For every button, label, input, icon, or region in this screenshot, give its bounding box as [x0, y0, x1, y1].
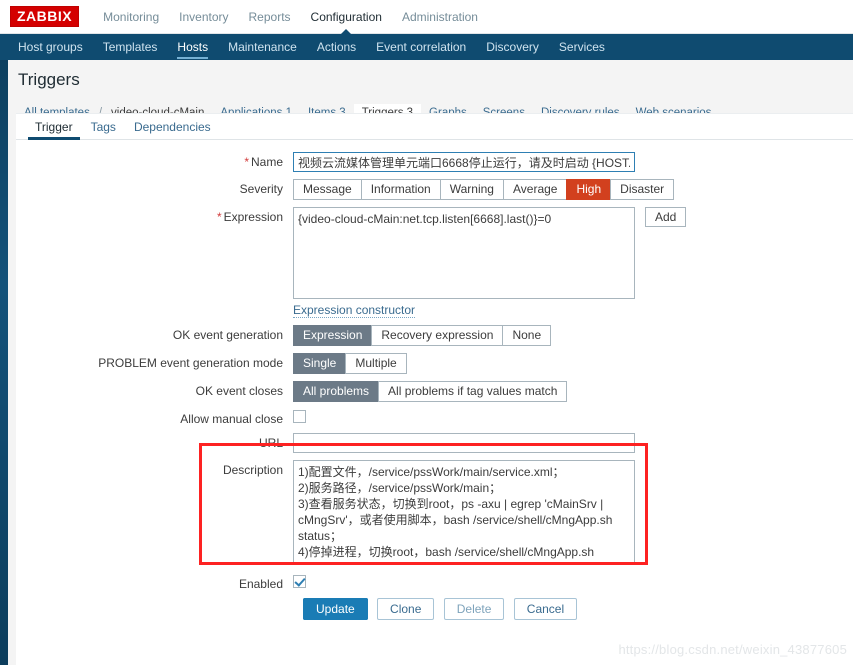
subnav-item-actions[interactable]: Actions: [307, 34, 366, 60]
page-title: Triggers: [18, 70, 80, 89]
form-row-ok-event-closes: OK event closes All problems All problem…: [16, 381, 853, 402]
ok-event-generation-option-expression[interactable]: Expression: [293, 325, 372, 346]
menu-item-reports[interactable]: Reports: [239, 0, 301, 34]
subnav-item-event-correlation[interactable]: Event correlation: [366, 34, 476, 60]
severity-option-information[interactable]: Information: [360, 179, 440, 200]
required-marker-expression: *: [216, 210, 222, 224]
menu-item-monitoring[interactable]: Monitoring: [93, 0, 169, 34]
label-allow-manual-close: Allow manual close: [180, 412, 283, 426]
subnav-item-hosts[interactable]: Hosts: [167, 34, 218, 60]
name-input[interactable]: [293, 152, 635, 172]
menu-item-administration[interactable]: Administration: [392, 0, 488, 34]
expression-textarea[interactable]: [293, 207, 635, 299]
label-name: * Name: [244, 155, 283, 169]
ok-event-generation-option-none[interactable]: None: [502, 325, 552, 346]
page-root: ZABBIX Monitoring Inventory Reports Conf…: [0, 0, 853, 665]
form-row-enabled: Enabled: [16, 574, 853, 591]
label-url: URL: [258, 436, 283, 450]
subnav-item-discovery[interactable]: Discovery: [476, 34, 549, 60]
expression-constructor-link[interactable]: Expression constructor: [293, 303, 416, 318]
clone-button[interactable]: Clone: [377, 598, 435, 620]
form-row-expression: *Expression Add Expression constructor: [16, 207, 853, 318]
problem-event-mode-option-single[interactable]: Single: [293, 353, 346, 374]
problem-event-generation-mode-selector: Single Multiple: [293, 353, 407, 374]
label-ok-event-generation: OK event generation: [172, 328, 283, 342]
label-problem-event-generation-mode: PROBLEM event generation mode: [98, 356, 283, 370]
problem-event-mode-option-multiple[interactable]: Multiple: [345, 353, 407, 374]
tab-dependencies[interactable]: Dependencies: [125, 117, 220, 139]
label-description: Description: [222, 463, 283, 477]
severity-option-message[interactable]: Message: [293, 179, 361, 200]
add-expression-button[interactable]: Add: [645, 207, 687, 227]
subnav-item-maintenance[interactable]: Maintenance: [218, 34, 307, 60]
ok-event-closes-selector: All problems All problems if tag values …: [293, 381, 568, 402]
menu-item-configuration[interactable]: Configuration: [301, 0, 392, 35]
ok-event-closes-option-tag-values-match[interactable]: All problems if tag values match: [378, 381, 568, 402]
delete-button[interactable]: Delete: [443, 598, 505, 620]
update-button[interactable]: Update: [303, 598, 368, 620]
menu-item-inventory[interactable]: Inventory: [169, 0, 238, 34]
form-row-severity: Severity Message Information Warning Ave…: [16, 179, 853, 200]
trigger-form-panel: Trigger Tags Dependencies *Name Severity: [16, 113, 853, 665]
ok-event-generation-option-recovery-expression[interactable]: Recovery expression: [371, 325, 503, 346]
main-menu: Monitoring Inventory Reports Configurati…: [93, 0, 488, 35]
description-textarea[interactable]: [293, 460, 635, 564]
url-input[interactable]: [293, 433, 635, 453]
subnav-item-host-groups[interactable]: Host groups: [8, 34, 93, 60]
severity-option-warning[interactable]: Warning: [439, 179, 503, 200]
subnav-item-services[interactable]: Services: [549, 34, 615, 60]
form-row-url: URL: [16, 433, 853, 453]
cancel-button[interactable]: Cancel: [513, 598, 578, 620]
watermark-text: https://blog.csdn.net/weixin_43877605: [618, 642, 847, 657]
allow-manual-close-checkbox[interactable]: [293, 410, 306, 424]
severity-option-average[interactable]: Average: [502, 179, 567, 200]
zabbix-logo[interactable]: ZABBIX: [10, 6, 80, 27]
page-body: Triggers All templates / video-cloud-cMa…: [8, 60, 853, 665]
severity-option-disaster[interactable]: Disaster: [610, 179, 675, 200]
ok-event-generation-selector: Expression Recovery expression None: [293, 325, 552, 346]
required-marker-name: *: [244, 155, 249, 169]
label-severity: Severity: [239, 182, 283, 196]
subnav-item-templates[interactable]: Templates: [93, 34, 168, 60]
tab-trigger[interactable]: Trigger: [26, 117, 82, 140]
label-ok-event-closes: OK event closes: [195, 384, 283, 398]
trigger-form: *Name Severity Message Information Warni…: [16, 140, 853, 620]
collapsed-sidebar-strip[interactable]: [0, 34, 8, 665]
form-row-allow-manual-close: Allow manual close: [16, 409, 853, 426]
form-row-ok-event-generation: OK event generation Expression Recovery …: [16, 325, 853, 346]
severity-option-high[interactable]: High: [566, 179, 611, 200]
form-row-problem-event-generation-mode: PROBLEM event generation mode Single Mul…: [16, 353, 853, 374]
label-expression: * Expression: [216, 210, 283, 224]
app-header: ZABBIX Monitoring Inventory Reports Conf…: [0, 0, 853, 35]
form-action-buttons: Update Clone Delete Cancel: [16, 598, 853, 620]
severity-selector: Message Information Warning Average High…: [293, 179, 675, 200]
form-tabs: Trigger Tags Dependencies: [16, 114, 853, 140]
secondary-nav: Host groups Templates Hosts Maintenance …: [0, 34, 853, 60]
ok-event-closes-option-all-problems[interactable]: All problems: [293, 381, 379, 402]
form-row-name: * Name: [16, 152, 853, 172]
tab-tags[interactable]: Tags: [82, 117, 125, 139]
enabled-checkbox[interactable]: [293, 575, 306, 589]
form-row-description: Description: [16, 460, 853, 567]
label-enabled: Enabled: [238, 577, 283, 591]
